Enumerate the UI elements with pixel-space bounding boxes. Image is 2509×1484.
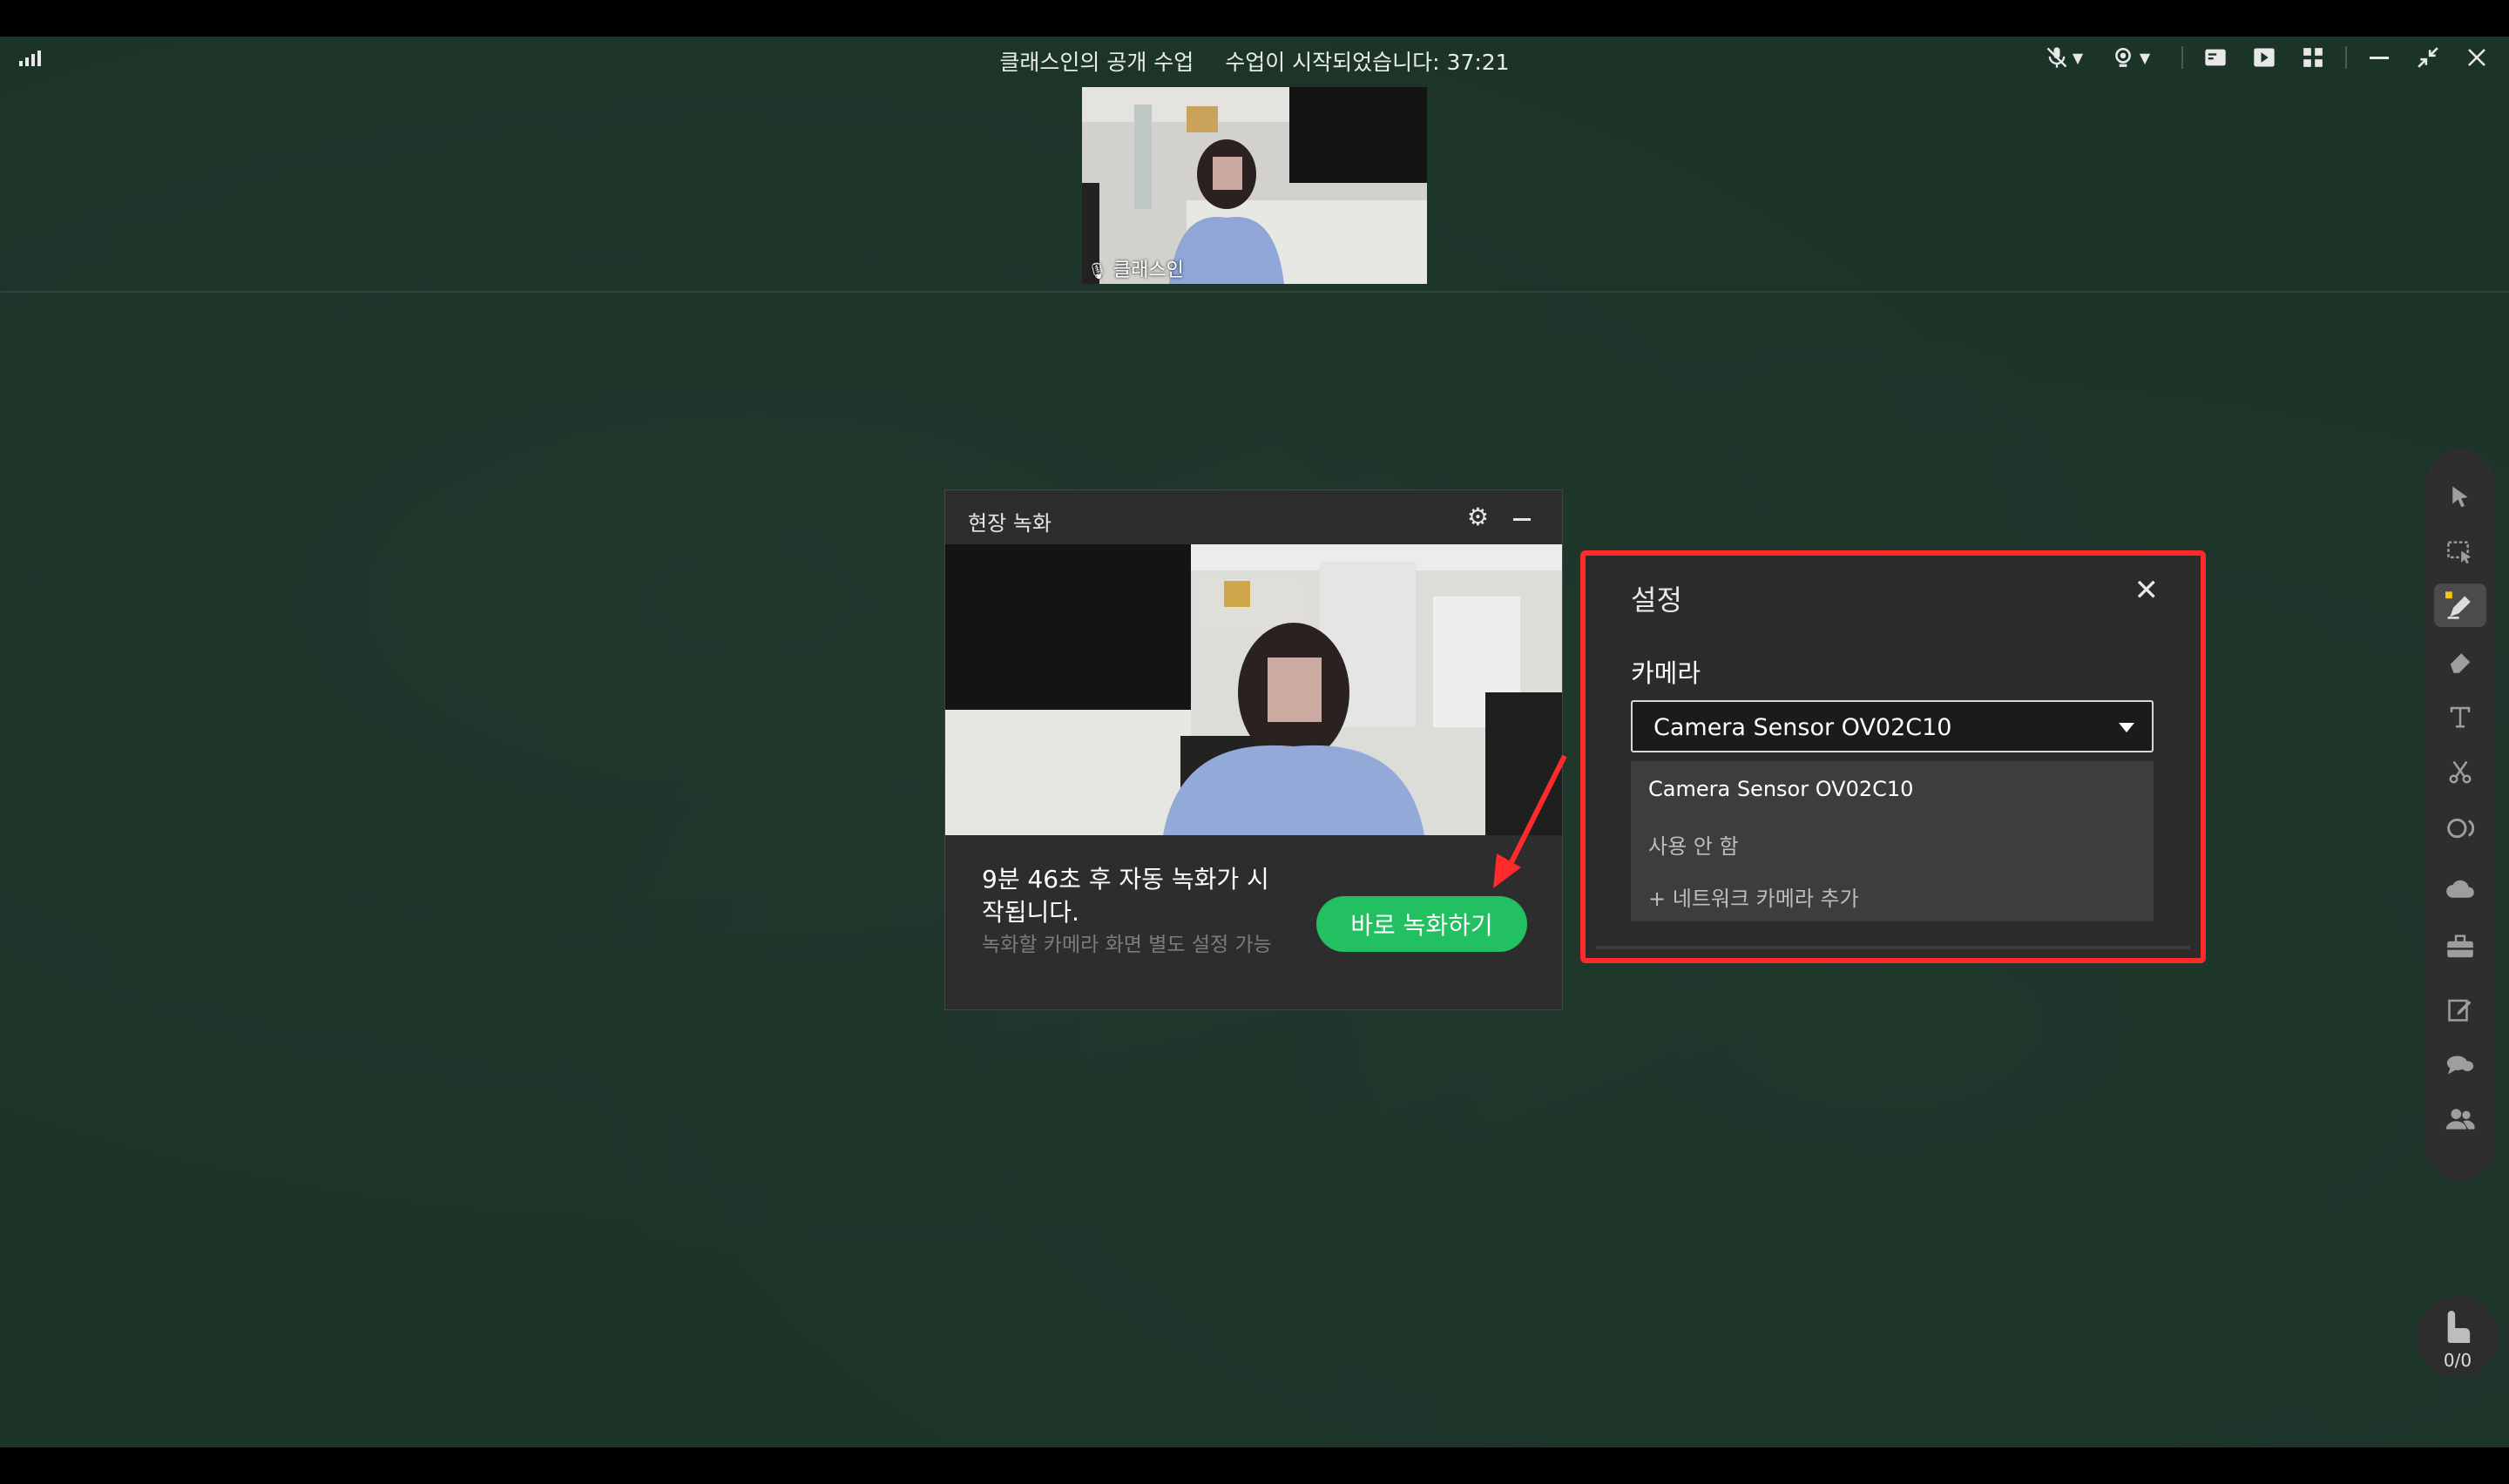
divider xyxy=(2181,46,2183,69)
class-title: 클래스인의 공개 수업 xyxy=(999,50,1194,75)
exit-fullscreen-icon[interactable] xyxy=(2415,40,2441,75)
recording-hint: 녹화할 카메라 화면 별도 설정 가능 xyxy=(982,934,1272,956)
shapes-icon[interactable] xyxy=(2425,806,2495,850)
camera-option[interactable]: Camera Sensor OV02C10 xyxy=(1648,777,1913,801)
hand-raise-icon xyxy=(2447,1311,2471,1343)
video-area-divider xyxy=(0,291,2509,293)
record-now-button[interactable]: 바로 녹화하기 xyxy=(1316,896,1527,952)
toolbox-icon[interactable] xyxy=(2425,925,2495,968)
selection-tool-icon[interactable] xyxy=(2425,531,2495,575)
recording-panel-header: 현장 녹화 ⚙ xyxy=(945,490,1562,543)
text-tool-icon[interactable] xyxy=(2425,695,2495,739)
microphone-muted-icon[interactable]: ▼ xyxy=(2037,40,2091,75)
camera-option[interactable]: + 네트워크 카메라 추가 xyxy=(1648,881,1859,912)
window-controls: ▼ ▼ xyxy=(2037,38,2509,77)
pen-icon[interactable] xyxy=(2434,583,2486,627)
on-site-recording-panel: 현장 녹화 ⚙ 9분 46초 후 자동 녹화가 시작됩니다. 녹화할 카메라 화… xyxy=(944,489,1563,1010)
chevron-down-icon: ▼ xyxy=(2139,49,2151,66)
tool-rail xyxy=(2425,449,2495,1181)
settings-title: 설정 xyxy=(1631,583,1682,617)
cloud-icon[interactable] xyxy=(2425,867,2495,911)
close-icon[interactable]: ✕ xyxy=(2134,573,2160,608)
dialog-footer-bar xyxy=(1596,946,2190,949)
users-icon[interactable] xyxy=(2425,1097,2495,1141)
hand-raise-button[interactable]: 0/0 xyxy=(2417,1296,2499,1378)
hand-raise-count: 0/0 xyxy=(2443,1350,2472,1371)
annotation-arrow xyxy=(1493,754,1567,888)
edit-icon[interactable] xyxy=(2425,988,2495,1031)
chat-icon[interactable] xyxy=(2425,1043,2495,1087)
minimize-icon[interactable] xyxy=(2366,40,2392,75)
recording-preview xyxy=(945,544,1562,835)
grid-layout-icon[interactable] xyxy=(2300,40,2326,75)
camera-option[interactable]: 사용 안 함 xyxy=(1648,829,1739,860)
camera-icon[interactable]: ▼ xyxy=(2100,40,2162,75)
auto-record-countdown: 9분 46초 후 자동 녹화가 시작됩니다. xyxy=(982,865,1269,927)
chevron-down-icon: ▼ xyxy=(2072,49,2084,66)
recording-panel-title: 현장 녹화 xyxy=(968,511,1052,536)
camera-label: 카메라 xyxy=(1631,658,1701,688)
camera-select[interactable]: Camera Sensor OV02C10 xyxy=(1631,700,2154,752)
close-icon[interactable] xyxy=(2464,40,2490,75)
board-switch-icon[interactable] xyxy=(2202,40,2228,75)
participant-video[interactable]: 🎙 클래스인 xyxy=(1082,87,1427,284)
class-status: 수업이 시작되었습니다: 37:21 xyxy=(1225,50,1510,75)
camera-select-value: Camera Sensor OV02C10 xyxy=(1654,714,1952,741)
cursor-icon[interactable] xyxy=(2425,476,2495,519)
eraser-icon[interactable] xyxy=(2425,639,2495,683)
microphone-icon: 🎙 xyxy=(1087,262,1107,280)
chevron-down-icon xyxy=(2119,723,2134,732)
participant-name: 🎙 클래스인 xyxy=(1087,260,1184,281)
scissors-icon[interactable] xyxy=(2425,751,2495,794)
minimize-icon[interactable] xyxy=(1513,518,1531,521)
settings-dialog: 설정 ✕ 카메라 Camera Sensor OV02C10 Camera Se… xyxy=(1580,550,2206,963)
play-icon[interactable] xyxy=(2251,40,2277,75)
divider xyxy=(2345,46,2347,69)
gear-icon[interactable]: ⚙ xyxy=(1467,503,1489,531)
camera-option-list: Camera Sensor OV02C10 사용 안 함 + 네트워크 카메라 … xyxy=(1631,761,2154,921)
